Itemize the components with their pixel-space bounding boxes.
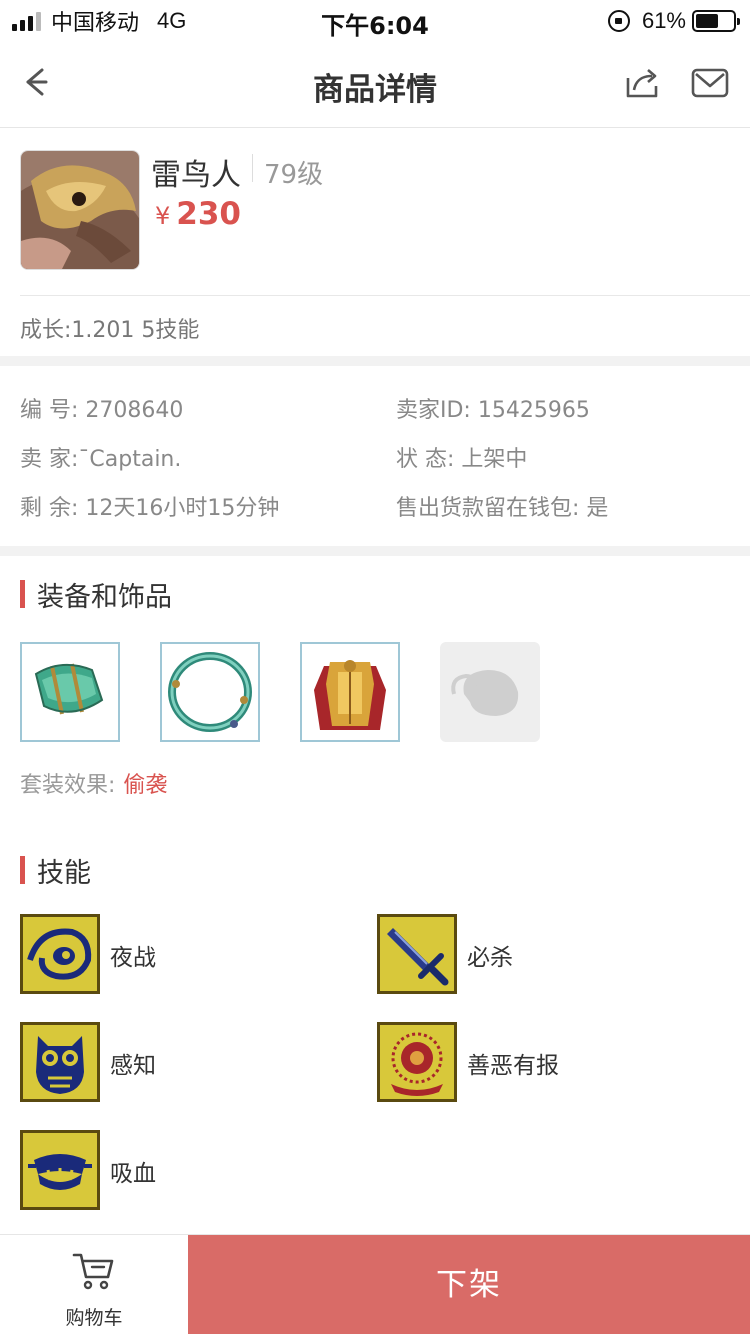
seller-name: 卖 家:ˉCaptain. — [20, 447, 182, 472]
skill-item[interactable]: 感知 — [20, 1022, 320, 1102]
armor-icon[interactable] — [300, 642, 400, 742]
cart-label: 购物车 — [65, 1307, 123, 1329]
divider — [252, 154, 253, 182]
time-remaining: 剩 余: 12天16小时15分钟 — [20, 496, 280, 521]
set-effect: 套装效果: 偷袭 — [20, 767, 167, 799]
skills-section-title: 技能 — [37, 857, 91, 889]
ring-icon[interactable] — [160, 642, 260, 742]
bracer-icon[interactable] — [20, 642, 120, 742]
nav-bar: 商品详情 — [0, 40, 750, 128]
price: ¥230 — [155, 196, 241, 232]
skill-item[interactable]: 必杀 — [377, 914, 677, 994]
currency-symbol: ¥ — [155, 202, 171, 230]
battery-percent: 61% — [641, 8, 686, 33]
skill-label: 夜战 — [110, 945, 156, 971]
section-accent-bar — [20, 856, 25, 884]
cart-button[interactable]: 购物车 — [0, 1235, 188, 1334]
pet-level: 79级 — [264, 160, 324, 190]
owl-skill-icon — [20, 1022, 100, 1102]
skill-item[interactable]: 吸血 — [20, 1130, 320, 1210]
empty-slot-icon[interactable] — [440, 642, 540, 742]
section-divider — [0, 356, 750, 366]
thunderbird-portrait-icon — [21, 151, 139, 269]
info-row: 编 号: 2708640 卖家ID: 15425965 — [20, 392, 740, 423]
unlist-button[interactable]: 下架 — [188, 1235, 750, 1334]
pet-name: 雷鸟人 — [151, 158, 241, 193]
growth-info: 成长:1.201 5技能 — [20, 318, 200, 343]
skill-label: 必杀 — [467, 945, 513, 971]
seller-id: 卖家ID: 15425965 — [396, 398, 590, 423]
skill-label: 吸血 — [110, 1161, 156, 1187]
listing-status: 状 态: 上架中 — [396, 447, 528, 472]
orb-skill-icon — [377, 1022, 457, 1102]
sword-skill-icon — [377, 914, 457, 994]
listing-number: 编 号: 2708640 — [20, 398, 184, 423]
mail-icon[interactable] — [690, 64, 730, 104]
skill-label: 善恶有报 — [467, 1053, 559, 1079]
section-divider — [0, 546, 750, 556]
wallet-setting: 售出货款留在钱包: 是 — [396, 496, 609, 521]
status-bar: 中国移动 4G 下午6:04 61% — [0, 0, 750, 40]
skill-item[interactable]: 夜战 — [20, 914, 320, 994]
rotation-lock-icon — [607, 10, 630, 32]
fang-skill-icon — [20, 1130, 100, 1210]
skill-item[interactable]: 善恶有报 — [377, 1022, 677, 1102]
equipment-section-title: 装备和饰品 — [37, 581, 172, 613]
pet-avatar — [20, 150, 140, 270]
eye-skill-icon — [20, 914, 100, 994]
info-row: 剩 余: 12天16小时15分钟 售出货款留在钱包: 是 — [20, 490, 740, 521]
skills-section-header: 技能 — [20, 854, 91, 889]
set-effect-value: 偷袭 — [123, 773, 168, 798]
equipment-section-header: 装备和饰品 — [20, 578, 172, 613]
set-effect-label: 套装效果: — [20, 773, 116, 798]
skill-label: 感知 — [110, 1053, 156, 1079]
section-accent-bar — [20, 580, 25, 608]
price-value: 230 — [176, 196, 241, 232]
shopping-cart-icon — [72, 1253, 114, 1290]
battery-icon — [692, 10, 740, 32]
product-header: 雷鸟人 79级 ¥230 — [20, 150, 750, 296]
share-icon[interactable] — [622, 62, 662, 102]
info-row: 卖 家:ˉCaptain. 状 态: 上架中 — [20, 441, 740, 472]
bottom-action-bar: 购物车 下架 — [0, 1234, 750, 1334]
